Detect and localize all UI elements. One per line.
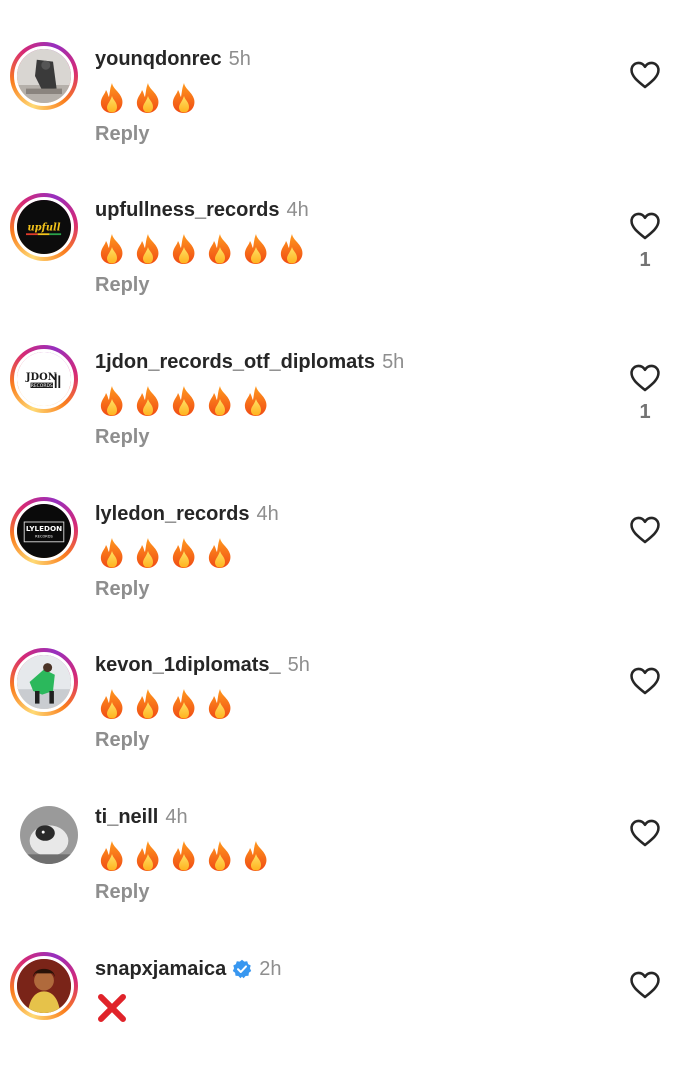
story-ring[interactable] — [10, 42, 78, 110]
reply-button[interactable]: Reply — [95, 881, 149, 904]
avatar[interactable]: LYLEDON RECORDS — [14, 501, 74, 561]
svg-text:JDON: JDON — [25, 372, 57, 383]
username[interactable]: 1jdon_records_otf_diplomats — [95, 351, 375, 374]
avatar[interactable] — [14, 652, 74, 712]
fire-emoji-icon — [132, 82, 164, 114]
story-ring[interactable]: upfull — [10, 193, 78, 261]
fire-emoji-icon — [168, 688, 200, 720]
fire-emoji-icon — [204, 385, 236, 417]
svg-text:RECORDS: RECORDS — [35, 534, 53, 538]
fire-emoji-icon — [168, 840, 200, 872]
comment-text — [96, 990, 128, 1026]
heart-outline-icon — [628, 968, 662, 1002]
comment-item: ti_neill 4h Reply — [0, 793, 685, 933]
story-ring[interactable] — [10, 648, 78, 716]
fire-emoji-icon — [132, 385, 164, 417]
heart-outline-icon — [628, 209, 662, 243]
svg-text:upfull: upfull — [27, 223, 60, 234]
username[interactable]: kevon_1diplomats_ — [95, 654, 281, 677]
timestamp: 4h — [286, 198, 309, 221]
like-button[interactable] — [628, 816, 662, 850]
svg-text:LYLEDON: LYLEDON — [26, 524, 62, 533]
reply-button[interactable]: Reply — [95, 274, 149, 297]
fire-emoji-icon — [168, 385, 200, 417]
fire-emoji-icon — [240, 233, 272, 265]
fire-emoji-icon — [96, 82, 128, 114]
avatar-wrapper[interactable] — [10, 800, 78, 868]
story-ring[interactable] — [10, 952, 78, 1020]
reply-button[interactable]: Reply — [95, 426, 149, 449]
timestamp: 4h — [165, 805, 188, 828]
fire-emoji-icon — [132, 688, 164, 720]
like-button[interactable] — [628, 513, 662, 547]
svg-text:RECORDS: RECORDS — [31, 383, 53, 389]
fire-emoji-icon — [168, 233, 200, 265]
fire-emoji-icon — [204, 840, 236, 872]
fire-emoji-icon — [204, 233, 236, 265]
story-ring[interactable]: JDON RECORDS — [10, 345, 78, 413]
avatar[interactable]: JDON RECORDS — [14, 349, 74, 409]
like-button[interactable] — [628, 664, 662, 698]
timestamp: 4h — [256, 502, 279, 525]
fire-emoji-icon — [96, 385, 128, 417]
story-ring[interactable]: LYLEDON RECORDS — [10, 497, 78, 565]
timestamp: 2h — [259, 957, 282, 980]
comment-text — [96, 686, 236, 722]
comment-item: kevon_1diplomats_ 5h Reply — [0, 641, 685, 781]
fire-emoji-icon — [96, 537, 128, 569]
timestamp: 5h — [228, 47, 251, 70]
heart-outline-icon — [628, 664, 662, 698]
red-cross-emoji-icon — [98, 994, 126, 1022]
heart-outline-icon — [628, 58, 662, 92]
comment-text — [96, 535, 236, 571]
comment-item: younqdonrec 5h Reply — [0, 35, 685, 175]
fire-emoji-icon — [168, 537, 200, 569]
verified-badge-icon — [233, 959, 252, 979]
like-button[interactable] — [628, 968, 662, 1002]
comment-text — [96, 838, 272, 874]
heart-outline-icon — [628, 361, 662, 395]
username[interactable]: upfullness_records — [95, 199, 280, 222]
like-button[interactable] — [628, 209, 662, 243]
fire-emoji-icon — [276, 233, 308, 265]
comment-text — [96, 231, 308, 267]
fire-emoji-icon — [96, 688, 128, 720]
fire-emoji-icon — [96, 233, 128, 265]
avatar[interactable] — [20, 806, 78, 864]
avatar[interactable] — [14, 46, 74, 106]
username[interactable]: snapxjamaica — [95, 958, 226, 981]
heart-outline-icon — [628, 513, 662, 547]
reply-button[interactable]: Reply — [95, 123, 149, 146]
fire-emoji-icon — [132, 233, 164, 265]
fire-emoji-icon — [168, 82, 200, 114]
timestamp: 5h — [287, 653, 310, 676]
timestamp: 5h — [382, 350, 405, 373]
avatar[interactable]: upfull — [14, 197, 74, 257]
comment-text — [96, 80, 200, 116]
fire-emoji-icon — [204, 537, 236, 569]
username[interactable]: ti_neill — [95, 806, 158, 829]
fire-emoji-icon — [204, 688, 236, 720]
like-button[interactable] — [628, 58, 662, 92]
username[interactable]: lyledon_records — [95, 503, 250, 526]
fire-emoji-icon — [96, 840, 128, 872]
comment-item: snapxjamaica 2h — [0, 945, 685, 1085]
fire-emoji-icon — [240, 840, 272, 872]
comment-item: LYLEDON RECORDS lyledon_records 4h Reply — [0, 490, 685, 630]
reply-button[interactable]: Reply — [95, 578, 149, 601]
comment-text — [96, 383, 272, 419]
fire-emoji-icon — [132, 537, 164, 569]
like-button[interactable] — [628, 361, 662, 395]
comment-item: upfull upfullness_records 4h Reply 1 — [0, 186, 685, 326]
username[interactable]: younqdonrec — [95, 48, 222, 71]
comment-item: JDON RECORDS 1jdon_records_otf_diplomats… — [0, 338, 685, 478]
like-count[interactable]: 1 — [628, 401, 662, 424]
fire-emoji-icon — [240, 385, 272, 417]
reply-button[interactable]: Reply — [95, 729, 149, 752]
like-count[interactable]: 1 — [628, 249, 662, 272]
heart-outline-icon — [628, 816, 662, 850]
fire-emoji-icon — [132, 840, 164, 872]
avatar[interactable] — [14, 956, 74, 1016]
